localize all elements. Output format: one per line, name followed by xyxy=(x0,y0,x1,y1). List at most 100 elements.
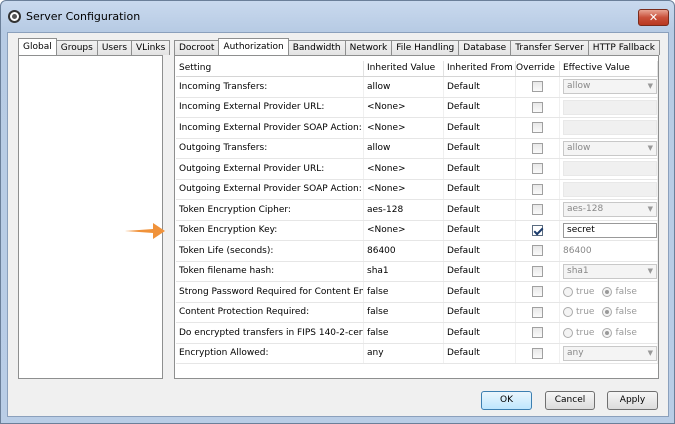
table-row[interactable]: Outgoing External Provider SOAP Action: <… xyxy=(176,179,658,200)
effective-value-cell xyxy=(560,118,658,138)
radio-false[interactable] xyxy=(602,307,613,318)
radio-false-label: false xyxy=(615,286,637,297)
column-header-setting[interactable]: Setting xyxy=(176,61,364,76)
inherited-from: Default xyxy=(444,343,516,363)
dialog-client-area: Global Groups Users VLinks Docroot Authoriza… xyxy=(7,32,669,417)
effective-value-text: allow xyxy=(567,142,591,153)
setting-name: Incoming Transfers: xyxy=(176,77,364,97)
effective-value-cell: secret xyxy=(560,220,658,240)
override-checkbox[interactable] xyxy=(532,265,543,277)
radio-true[interactable] xyxy=(563,307,573,318)
effective-value-radio-group: true false xyxy=(563,307,645,318)
override-checkbox[interactable] xyxy=(532,347,543,359)
tab-docroot[interactable]: Docroot xyxy=(174,40,220,55)
override-checkbox[interactable] xyxy=(532,327,543,339)
tab-bandwidth[interactable]: Bandwidth xyxy=(287,40,346,55)
override-cell xyxy=(516,261,560,281)
radio-false-label: false xyxy=(615,327,637,338)
table-row[interactable]: Token Life (seconds): 86400 Default 86400 xyxy=(176,241,658,262)
inherited-from: Default xyxy=(444,282,516,302)
override-cell xyxy=(516,323,560,343)
override-cell xyxy=(516,241,560,261)
override-checkbox[interactable] xyxy=(532,122,543,134)
inherited-value: any xyxy=(364,343,444,363)
effective-value-cell xyxy=(560,97,658,117)
table-row[interactable]: Token filename hash: sha1 Default sha1 ▼ xyxy=(176,261,658,282)
effective-value-readonly: 86400 xyxy=(563,245,592,256)
radio-true[interactable] xyxy=(563,327,573,338)
table-row[interactable]: Incoming External Provider URL: <None> Def… xyxy=(176,97,658,118)
override-checkbox[interactable] xyxy=(532,183,543,195)
column-header-inherited-value[interactable]: Inherited Value xyxy=(364,61,444,76)
inherited-from: Default xyxy=(444,118,516,138)
close-button[interactable]: ✕ xyxy=(638,9,669,26)
setting-name: Token filename hash: xyxy=(176,261,364,281)
effective-value-select[interactable]: sha1 ▼ xyxy=(563,263,657,279)
left-tab-global[interactable]: Global xyxy=(18,38,57,55)
override-checkbox[interactable] xyxy=(532,81,543,93)
override-cell xyxy=(516,138,560,158)
title-bar[interactable]: Server Configuration ✕ xyxy=(1,1,674,31)
table-row[interactable]: Token Encryption Cipher: aes-128 Default ae… xyxy=(176,200,658,221)
override-checkbox[interactable] xyxy=(532,142,543,154)
override-cell xyxy=(516,200,560,220)
effective-value-select[interactable]: allow ▼ xyxy=(563,79,657,95)
apply-button[interactable]: Apply xyxy=(607,391,658,410)
override-cell xyxy=(516,282,560,302)
tab-transfer-server[interactable]: Transfer Server xyxy=(510,40,589,55)
effective-value-cell: allow ▼ xyxy=(560,77,658,97)
table-row[interactable]: Strong Password Required for Content Enc… xyxy=(176,282,658,303)
server-configuration-window: Server Configuration ✕ Global Groups Users… xyxy=(0,0,675,424)
table-row[interactable]: Outgoing External Provider URL: <None> Def… xyxy=(176,159,658,180)
column-header-override[interactable]: Override xyxy=(516,61,560,76)
tab-http-fallback[interactable]: HTTP Fallback xyxy=(587,40,660,55)
override-checkbox[interactable] xyxy=(532,101,543,113)
radio-true-label: true xyxy=(576,327,595,338)
table-row[interactable]: Do encrypted transfers in FIPS 140-2-cer… xyxy=(176,323,658,344)
effective-value-empty xyxy=(563,161,657,177)
inherited-value: allow xyxy=(364,77,444,97)
radio-false[interactable] xyxy=(602,327,613,338)
effective-value-select[interactable]: any ▼ xyxy=(563,345,657,361)
cancel-button[interactable]: Cancel xyxy=(545,391,595,410)
left-tab-users[interactable]: Users xyxy=(96,40,133,55)
override-checkbox[interactable] xyxy=(532,245,543,257)
effective-value-input[interactable]: secret xyxy=(563,222,657,238)
left-tab-groups[interactable]: Groups xyxy=(55,40,98,55)
left-tab-vlinks[interactable]: VLinks xyxy=(131,40,171,55)
tab-network[interactable]: Network xyxy=(344,40,393,55)
inherited-from: Default xyxy=(444,261,516,281)
table-row[interactable]: Encryption Allowed: any Default any ▼ xyxy=(176,343,658,364)
override-cell xyxy=(516,77,560,97)
table-row[interactable]: Outgoing Transfers: allow Default allow ▼ xyxy=(176,138,658,159)
override-checkbox[interactable] xyxy=(532,163,543,175)
override-checkbox[interactable] xyxy=(532,224,543,236)
left-list-panel[interactable] xyxy=(18,55,163,379)
override-checkbox[interactable] xyxy=(532,204,543,216)
table-row[interactable]: Incoming Transfers: allow Default allow ▼ xyxy=(176,77,658,98)
inherited-value: aes-128 xyxy=(364,200,444,220)
effective-value-text: any xyxy=(567,347,584,358)
radio-false[interactable] xyxy=(602,286,613,297)
override-checkbox[interactable] xyxy=(532,306,543,318)
inherited-from: Default xyxy=(444,97,516,117)
tab-authorization[interactable]: Authorization xyxy=(218,38,289,55)
inherited-from: Default xyxy=(444,138,516,158)
inherited-value: 86400 xyxy=(364,241,444,261)
effective-value-select[interactable]: allow ▼ xyxy=(563,140,657,156)
tab-database[interactable]: Database xyxy=(458,40,512,55)
tab-file-handling[interactable]: File Handling xyxy=(391,40,460,55)
effective-value-select[interactable]: aes-128 ▼ xyxy=(563,202,657,218)
table-row[interactable]: Incoming External Provider SOAP Action: <… xyxy=(176,118,658,139)
column-header-effective-value[interactable]: Effective Value xyxy=(560,61,658,76)
table-row[interactable]: Content Protection Required: false Default… xyxy=(176,302,658,323)
ok-button[interactable]: OK xyxy=(481,391,532,410)
override-checkbox[interactable] xyxy=(532,286,543,298)
inherited-value: <None> xyxy=(364,179,444,199)
effective-value-cell: allow ▼ xyxy=(560,138,658,158)
override-cell xyxy=(516,302,560,322)
table-row[interactable]: Token Encryption Key: <None> Default secret xyxy=(176,220,658,241)
chevron-down-icon: ▼ xyxy=(647,266,653,275)
radio-true[interactable] xyxy=(563,286,573,297)
column-header-inherited-from[interactable]: Inherited From xyxy=(444,61,516,76)
